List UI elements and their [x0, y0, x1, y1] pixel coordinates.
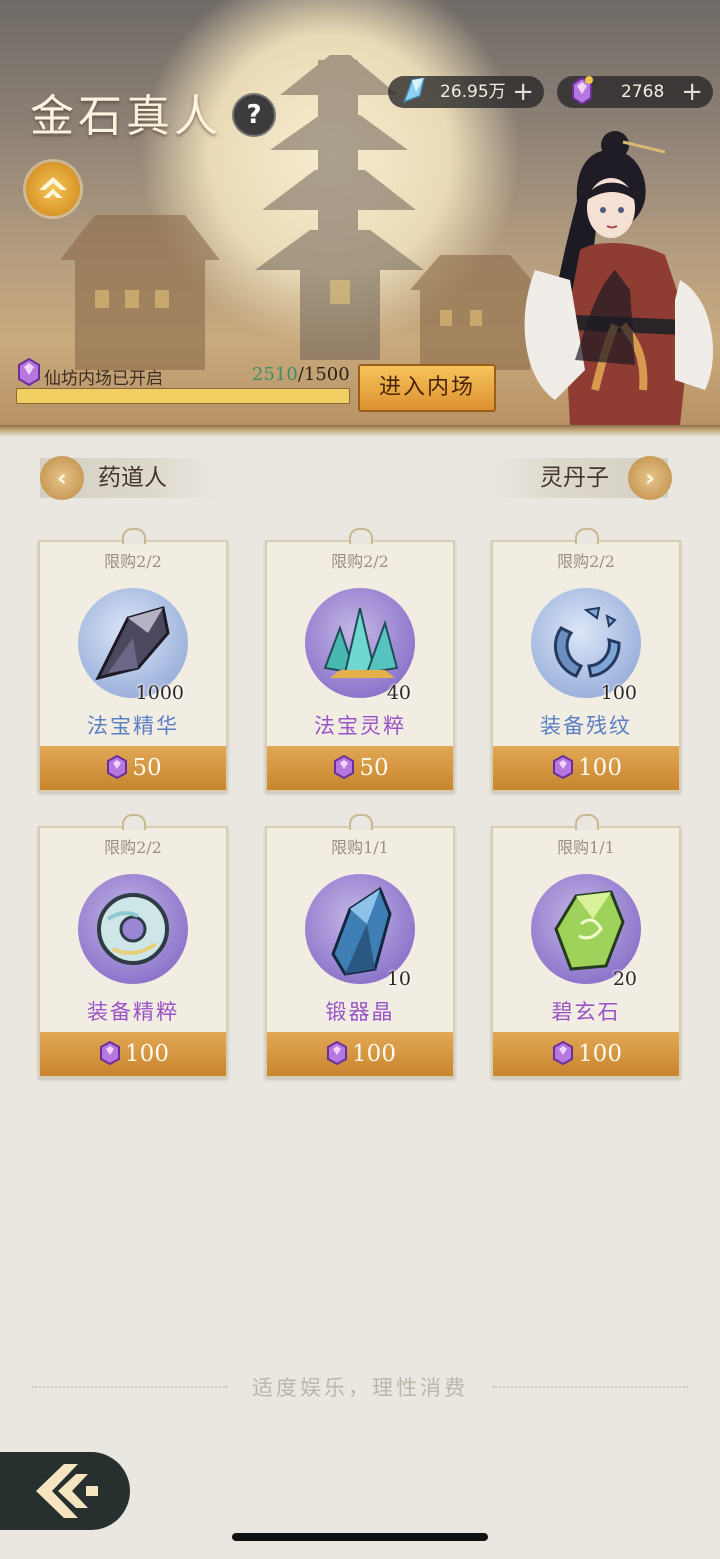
purple-gem-icon	[327, 1040, 348, 1066]
item-quantity: 20	[612, 968, 637, 990]
card-ornament	[349, 814, 373, 830]
spirit-stone-icon	[402, 77, 425, 104]
progress-bar	[16, 388, 350, 404]
chevron-up-icon	[39, 177, 67, 198]
enter-inner-hall-button[interactable]: 进入内场	[358, 364, 496, 412]
buy-price-button[interactable]: 100	[493, 1032, 679, 1076]
merchant-character	[524, 131, 713, 425]
shop-item-card[interactable]: 限购1/1 20 碧玄石 100	[491, 814, 681, 1078]
add-gem-button[interactable]: +	[681, 76, 703, 108]
banner-divider	[0, 425, 720, 437]
purple-gem-icon	[107, 754, 128, 780]
buy-price-button[interactable]: 100	[40, 1032, 226, 1076]
prev-merchant-name: 药道人	[98, 465, 167, 491]
purple-gem-icon	[18, 357, 40, 387]
price-value: 50	[132, 755, 162, 781]
chevron-right-icon: ›	[628, 456, 672, 500]
item-quantity: 1000	[135, 682, 184, 704]
purchase-limit: 限购2/2	[104, 838, 162, 857]
spirit-stone-counter: 26.95万 +	[388, 76, 544, 108]
item-quantity: 10	[386, 968, 411, 990]
gem-counter: 2768 +	[557, 76, 713, 108]
item-name: 法宝精华	[87, 714, 179, 738]
rank-button[interactable]	[26, 162, 80, 216]
purchase-limit: 限购2/2	[557, 552, 615, 571]
purchase-limit: 限购2/2	[104, 552, 162, 571]
price-value: 50	[359, 755, 389, 781]
price-value: 100	[578, 755, 622, 781]
item-name: 法宝灵粹	[314, 714, 406, 738]
next-merchant-button[interactable]: 灵丹子 ›	[488, 456, 672, 500]
shop-item-card[interactable]: 限购2/2 装备精粹 100	[38, 814, 228, 1078]
price-value: 100	[352, 1041, 396, 1067]
item-name: 装备精粹	[87, 1000, 179, 1024]
shop-item-card[interactable]: 限购2/2 1000 法宝精华 50	[38, 528, 228, 792]
card-ornament	[349, 528, 373, 544]
add-spirit-stone-button[interactable]: +	[512, 76, 534, 108]
page-title: 金石真人	[30, 91, 222, 142]
back-arrow-icon	[36, 1464, 98, 1518]
buy-price-button[interactable]: 100	[493, 746, 679, 790]
shop-item-card[interactable]: 限购2/2 100 装备残纹 100	[491, 528, 681, 792]
progress-count: 2510/1500	[252, 364, 350, 385]
item-name: 装备残纹	[540, 714, 632, 738]
shop-item-card[interactable]: 限购1/1 10 锻器晶 100	[265, 814, 455, 1078]
item-quantity: 100	[600, 682, 637, 704]
price-value: 100	[125, 1041, 169, 1067]
home-indicator[interactable]	[232, 1533, 488, 1541]
card-ornament	[122, 814, 146, 830]
item-name: 锻器晶	[325, 1000, 395, 1024]
purchase-limit: 限购2/2	[331, 552, 389, 571]
help-button[interactable]: ?	[232, 93, 276, 137]
purchase-limit: 限购1/1	[331, 838, 389, 857]
footer-divider-right	[492, 1386, 688, 1388]
shop-item-card[interactable]: 限购2/2 40 法宝灵粹 50	[265, 528, 455, 792]
buy-price-button[interactable]: 100	[267, 1032, 453, 1076]
inner-hall-status: 仙坊内场已开启	[44, 369, 163, 389]
progress-current: 2510	[252, 364, 298, 385]
purple-gem-icon	[553, 1040, 574, 1066]
back-button[interactable]	[0, 1452, 130, 1530]
item-name: 碧玄石	[551, 1000, 621, 1024]
card-ornament	[575, 528, 599, 544]
buy-price-button[interactable]: 50	[40, 746, 226, 790]
jade-ring-icon	[97, 893, 169, 965]
card-ornament	[575, 814, 599, 830]
purple-gem-icon	[553, 754, 574, 780]
gem-value: 2768	[621, 82, 665, 102]
spirit-stone-value: 26.95万	[440, 82, 506, 102]
purple-gem-icon	[100, 1040, 121, 1066]
purchase-limit: 限购1/1	[557, 838, 615, 857]
buy-price-button[interactable]: 50	[267, 746, 453, 790]
chevron-left-icon: ‹	[40, 456, 84, 500]
next-merchant-name: 灵丹子	[540, 465, 609, 491]
prev-merchant-button[interactable]: ‹ 药道人	[40, 456, 220, 500]
item-quantity: 40	[386, 682, 411, 704]
purple-gem-icon	[334, 754, 355, 780]
progress-fill	[17, 389, 349, 403]
purple-gem-icon	[572, 76, 593, 106]
card-ornament	[122, 528, 146, 544]
price-value: 100	[578, 1041, 622, 1067]
progress-total: 1500	[303, 364, 350, 385]
